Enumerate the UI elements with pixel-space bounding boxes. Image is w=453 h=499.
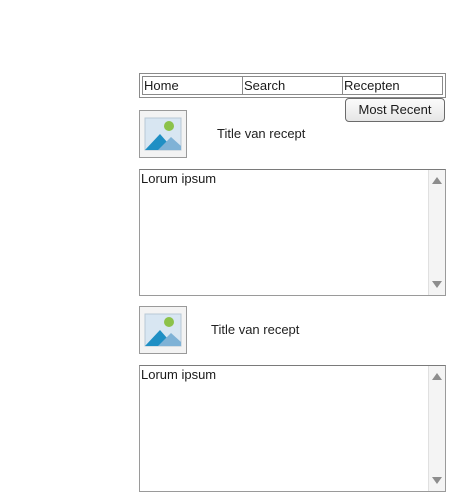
scroll-down-icon[interactable] — [432, 477, 442, 484]
scrollbar-1[interactable] — [428, 170, 445, 295]
recipe-image-2[interactable] — [139, 306, 187, 354]
recipe-text-2[interactable]: Lorum ipsum — [139, 365, 446, 492]
recipe-text-1[interactable]: Lorum ipsum — [139, 169, 446, 296]
recipe-image-1[interactable] — [139, 110, 187, 158]
recipe-title-1: Title van recept — [217, 126, 306, 141]
nav-row: Home Search Recepten — [142, 76, 443, 95]
image-placeholder-icon — [144, 117, 182, 151]
nav-item-recepten[interactable]: Recepten — [343, 77, 442, 94]
nav-item-search[interactable]: Search — [243, 77, 343, 94]
most-recent-button[interactable]: Most Recent — [345, 98, 445, 122]
nav-item-home[interactable]: Home — [143, 77, 243, 94]
recipe-title-2: Title van recept — [211, 322, 300, 337]
scroll-down-icon[interactable] — [432, 281, 442, 288]
scrollbar-2[interactable] — [428, 366, 445, 491]
recipe-text-content-1: Lorum ipsum — [141, 171, 217, 186]
recipe-text-content-2: Lorum ipsum — [141, 367, 217, 382]
scroll-up-icon[interactable] — [432, 373, 442, 380]
image-placeholder-icon — [144, 313, 182, 347]
nav-table: Home Search Recepten — [139, 73, 446, 98]
scroll-up-icon[interactable] — [432, 177, 442, 184]
